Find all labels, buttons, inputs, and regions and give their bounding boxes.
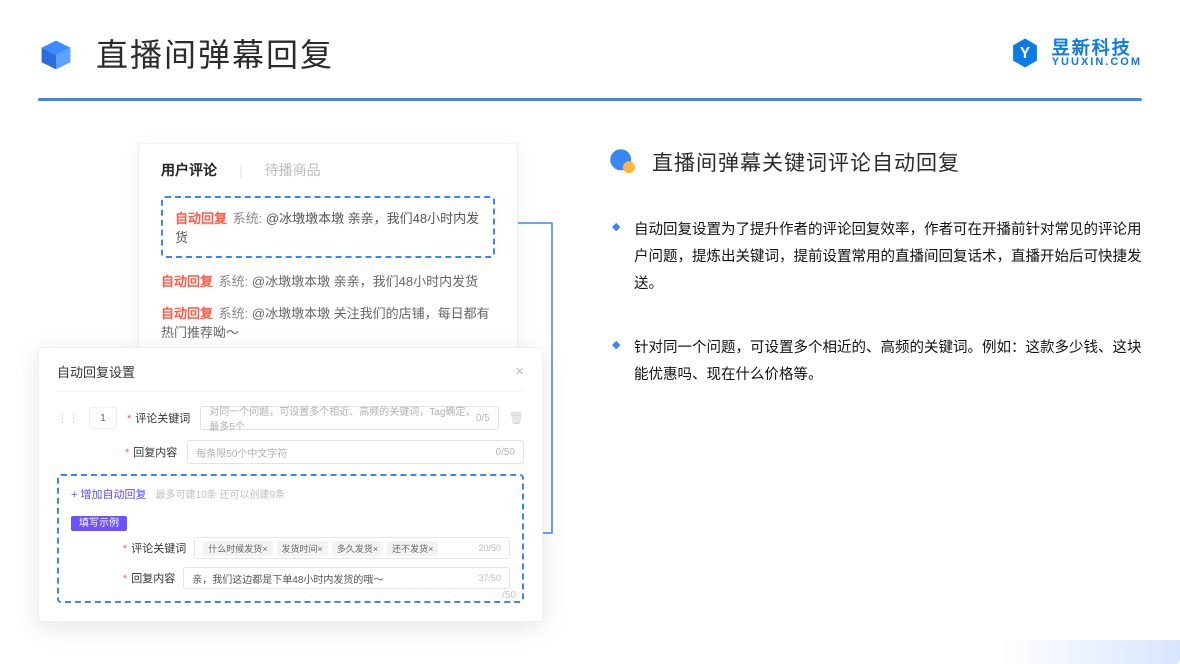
auto-reply-tag: 自动回复 bbox=[161, 274, 213, 289]
auto-reply-tag: 自动回复 bbox=[161, 306, 213, 321]
example-content-input[interactable]: 亲，我们这边都是下单48小时内发货的哦～ 37/50 bbox=[183, 567, 510, 589]
comment-text: @冰墩墩本墩 亲亲，我们48小时内发货 bbox=[252, 274, 478, 289]
add-hint: 最多可建10条 还可以创建9条 bbox=[156, 490, 285, 501]
content-count: 0/50 bbox=[496, 447, 515, 458]
chat-bubble-icon bbox=[608, 147, 638, 177]
brand-logo: Y 昱新科技 YUUXIN.COM bbox=[1008, 36, 1142, 70]
kw-chip[interactable]: 还不发货× bbox=[387, 541, 438, 556]
svg-text:Y: Y bbox=[1020, 45, 1030, 62]
delete-icon[interactable]: 🗑 bbox=[509, 411, 524, 425]
drag-handle-icon[interactable]: ⋮⋮ bbox=[57, 412, 79, 425]
system-label: 系统: bbox=[219, 306, 252, 321]
trailing-count: /50 bbox=[502, 590, 516, 601]
kw-chip[interactable]: 什么时候发货× bbox=[203, 541, 272, 556]
kw-chip[interactable]: 发货时间× bbox=[277, 541, 328, 556]
comment-row: 自动回复 系统: @冰墩墩本墩 亲亲，我们48小时内发货 bbox=[161, 272, 495, 292]
example-keyword-input[interactable]: 什么时候发货× 发货时间× 多久发货× 还不发货× 20/50 bbox=[194, 537, 510, 559]
content-label: *回复内容 bbox=[125, 444, 177, 460]
add-auto-reply-button[interactable]: + 增加自动回复 bbox=[71, 486, 146, 502]
dialog-title: 自动回复设置 bbox=[57, 362, 135, 381]
tab-pending-goods[interactable]: 待播商品 bbox=[265, 160, 321, 180]
footer-accent bbox=[1000, 640, 1180, 664]
keyword-count: 0/5 bbox=[476, 413, 490, 424]
placeholder-text: 对同一个问题，可设置多个相近、高频的关键词，Tag确定，最多5个 bbox=[209, 403, 476, 433]
example-content-label: *回复内容 bbox=[123, 570, 175, 586]
bullet-item: 针对同一个问题，可设置多个相近的、高频的关键词。例如：这款多少钱、这块能优惠吗、… bbox=[608, 335, 1142, 389]
keyword-input[interactable]: 对同一个问题，可设置多个相近、高频的关键词，Tag确定，最多5个 0/5 bbox=[200, 406, 498, 430]
brand-name-cn: 昱新科技 bbox=[1052, 39, 1142, 57]
example-kw-label: *评论关键词 bbox=[123, 540, 186, 556]
highlighted-comment: 自动回复 系统: @冰墩墩本墩 亲亲，我们48小时内发货 bbox=[161, 196, 495, 258]
reply-content-input[interactable]: 每条限50个中文字符 0/50 bbox=[187, 440, 524, 464]
example-content-value: 亲，我们这边都是下单48小时内发货的哦～ bbox=[192, 571, 383, 586]
example-content-count: 37/50 bbox=[478, 573, 501, 583]
auto-reply-tag: 自动回复 bbox=[175, 211, 227, 226]
order-number: 1 bbox=[89, 407, 117, 429]
placeholder-text: 每条限50个中文字符 bbox=[196, 445, 287, 460]
system-label: 系统: bbox=[219, 274, 252, 289]
example-kw-count: 20/50 bbox=[478, 543, 501, 553]
example-badge: 填写示例 bbox=[71, 516, 127, 531]
tab-user-comments[interactable]: 用户评论 bbox=[161, 160, 217, 180]
kw-chip[interactable]: 多久发货× bbox=[332, 541, 383, 556]
keyword-label: *评论关键词 bbox=[127, 410, 190, 426]
bullet-item: 自动回复设置为了提升作者的评论回复效率，作者可在开播前针对常见的评论用户问题，提… bbox=[608, 217, 1142, 297]
auto-reply-settings-dialog: 自动回复设置 × ⋮⋮ 1 *评论关键词 对同一个问题，可设置多个相近、高频的关… bbox=[38, 347, 543, 622]
page-title: 直播间弹幕回复 bbox=[96, 30, 1008, 76]
cube-icon bbox=[38, 37, 74, 73]
system-label: 系统: bbox=[233, 211, 266, 226]
brand-name-en: YUUXIN.COM bbox=[1052, 57, 1142, 68]
tab-separator: | bbox=[239, 162, 243, 178]
close-icon[interactable]: × bbox=[515, 363, 524, 380]
section-title: 直播间弹幕关键词评论自动回复 bbox=[652, 147, 960, 177]
comment-row: 自动回复 系统: @冰墩墩本墩 关注我们的店铺，每日都有热门推荐呦～ bbox=[161, 304, 495, 343]
example-box: + 增加自动回复 最多可建10条 还可以创建9条 填写示例 *评论关键词 什么时… bbox=[57, 474, 524, 603]
